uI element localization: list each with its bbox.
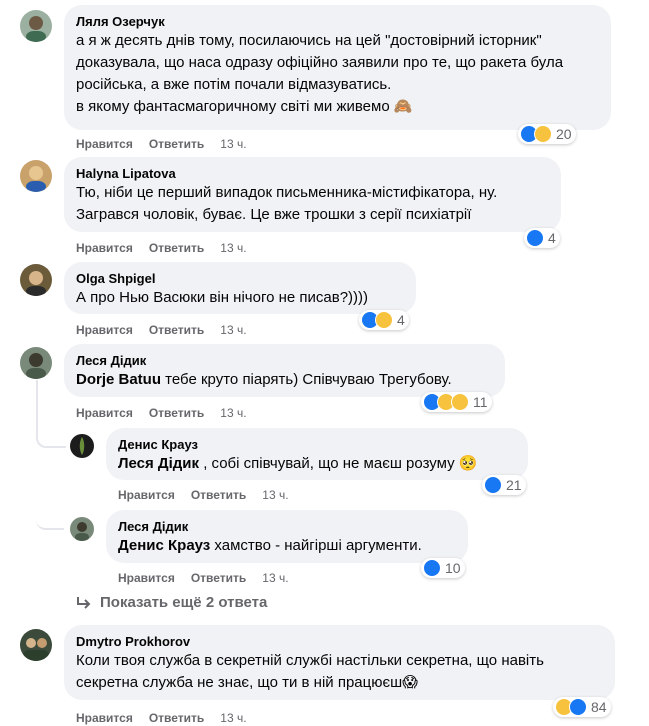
avatar-photo-icon xyxy=(75,522,89,541)
mention-link[interactable]: Денис Крауз xyxy=(118,537,210,554)
avatar-photo-icon xyxy=(79,437,85,455)
comment-time[interactable]: 13 ч. xyxy=(262,570,288,586)
comment-time[interactable]: 13 ч. xyxy=(220,240,246,256)
comment-author[interactable]: Halyna Lipatova xyxy=(76,165,549,182)
avatar[interactable] xyxy=(20,347,52,379)
comment-time[interactable]: 13 ч. xyxy=(220,710,246,726)
reaction-summary[interactable]: 10 xyxy=(421,558,465,578)
comment-text: Dorje Batuu тебе круто піарять) Співчува… xyxy=(76,369,493,391)
comment-bubble: Леся Дідик Денис Крауз хамство - найгірш… xyxy=(106,510,468,563)
comment-time[interactable]: 13 ч. xyxy=(262,487,288,503)
reaction-count: 84 xyxy=(591,699,607,715)
haha-reaction-icon xyxy=(375,311,393,329)
comment-author[interactable]: Леся Дідик xyxy=(118,518,456,535)
reaction-summary[interactable]: 20 xyxy=(518,124,576,144)
reaction-count: 4 xyxy=(548,230,556,246)
comment-bubble: Halyna Lipatova Тю, ніби це перший випад… xyxy=(64,157,561,232)
like-button[interactable]: Нравится xyxy=(76,405,133,421)
comment-bubble: Ляля Озерчук а я ж десять днів тому, пос… xyxy=(64,5,611,130)
avatar[interactable] xyxy=(70,434,94,458)
reaction-summary[interactable]: 21 xyxy=(482,475,526,495)
comment-text-body: тебе круто піарять) Співчуваю Трегубову. xyxy=(161,371,452,388)
reply-button[interactable]: Ответить xyxy=(149,240,204,256)
comment-actions: Нравится Ответить 13 ч. xyxy=(118,570,289,586)
comment-text: а я ж десять днів тому, посилаючись на ц… xyxy=(76,32,564,115)
like-button[interactable]: Нравится xyxy=(118,570,175,586)
reaction-summary[interactable]: 4 xyxy=(524,228,560,248)
like-button[interactable]: Нравится xyxy=(76,240,133,256)
comment-author[interactable]: Dmytro Prokhorov xyxy=(76,633,603,650)
like-reaction-icon xyxy=(484,476,502,494)
comment-bubble: Денис Крауз Леся Дідик , собі співчувай,… xyxy=(106,428,528,480)
comment-text: А про Нью Васюки він нічого не писав?)))… xyxy=(76,289,369,306)
avatar-photo-icon xyxy=(26,271,46,296)
like-reaction-icon xyxy=(569,698,587,716)
comment-time[interactable]: 13 ч. xyxy=(220,405,246,421)
comment-author[interactable]: Ляля Озерчук xyxy=(76,13,599,30)
thread-connector xyxy=(36,446,64,530)
show-more-replies-button[interactable]: Показать ещё 2 ответа xyxy=(76,594,267,611)
reply-arrow-icon xyxy=(77,596,91,609)
comment-text: Денис Крауз хамство - найгірші аргументи… xyxy=(118,535,456,557)
mention-link[interactable]: Леся Дідик xyxy=(118,455,199,472)
wow-reaction-icon xyxy=(451,393,469,411)
sad-reaction-icon xyxy=(534,125,552,143)
comment-bubble: Dmytro Prokhorov Коли твоя служба в секр… xyxy=(64,625,615,700)
avatar[interactable] xyxy=(70,517,94,541)
reply-button[interactable]: Ответить xyxy=(149,322,204,338)
comment-actions: Нравится Ответить 13 ч. xyxy=(76,136,247,152)
like-button[interactable]: Нравится xyxy=(76,710,133,726)
avatar-photo-icon xyxy=(26,166,46,192)
avatar-photo-icon xyxy=(26,16,46,42)
avatar[interactable] xyxy=(20,10,52,42)
avatar[interactable] xyxy=(20,264,52,296)
comment-text: Коли твоя служба в секретній службі наст… xyxy=(76,652,549,691)
comment-bubble: Леся Дідик Dorje Batuu тебе круто піарят… xyxy=(64,344,505,397)
reaction-summary[interactable]: 11 xyxy=(421,392,492,412)
comment-actions: Нравится Ответить 13 ч. xyxy=(76,405,247,421)
comment-author[interactable]: Денис Крауз xyxy=(118,436,516,453)
reaction-count: 4 xyxy=(397,312,405,328)
reply-button[interactable]: Ответить xyxy=(191,487,246,503)
reply-button[interactable]: Ответить xyxy=(149,710,204,726)
like-button[interactable]: Нравится xyxy=(118,487,175,503)
reaction-summary[interactable]: 4 xyxy=(359,310,409,330)
avatar-photo-icon xyxy=(23,638,49,661)
avatar-photo-icon xyxy=(26,353,46,379)
comment-actions: Нравится Ответить 13 ч. xyxy=(76,322,247,338)
avatar[interactable] xyxy=(20,160,52,192)
comment-author[interactable]: Леся Дідик xyxy=(76,352,493,369)
comment-actions: Нравится Ответить 13 ч. xyxy=(76,240,247,256)
reaction-count: 10 xyxy=(445,560,461,576)
comment-text: Тю, ніби це перший випадок письменника-м… xyxy=(76,184,498,223)
comment-text-body: , собі співчувай, що не маєш розуму 🥺 xyxy=(199,455,478,472)
reply-button[interactable]: Ответить xyxy=(149,136,204,152)
comment-actions: Нравится Ответить 13 ч. xyxy=(118,487,289,503)
reply-button[interactable]: Ответить xyxy=(149,405,204,421)
reaction-count: 20 xyxy=(556,126,572,142)
like-reaction-icon xyxy=(526,229,544,247)
reaction-count: 11 xyxy=(473,394,488,410)
avatar[interactable] xyxy=(20,629,52,661)
like-button[interactable]: Нравится xyxy=(76,322,133,338)
comment-bubble: Olga Shpigel А про Нью Васюки він нічого… xyxy=(64,262,416,314)
mention-link[interactable]: Dorje Batuu xyxy=(76,371,161,388)
comment-time[interactable]: 13 ч. xyxy=(220,136,246,152)
show-more-label: Показать ещё 2 ответа xyxy=(100,594,268,611)
comment-time[interactable]: 13 ч. xyxy=(220,322,246,338)
reaction-count: 21 xyxy=(506,477,522,493)
like-button[interactable]: Нравится xyxy=(76,136,133,152)
like-reaction-icon xyxy=(423,559,441,577)
thread-connector xyxy=(36,380,66,448)
reaction-summary[interactable]: 84 xyxy=(553,697,611,717)
comment-author[interactable]: Olga Shpigel xyxy=(76,270,404,287)
comment-actions: Нравится Ответить 13 ч. xyxy=(76,710,247,726)
comment-text: Леся Дідик , собі співчувай, що не маєш … xyxy=(118,453,516,475)
comment-text-body: хамство - найгірші аргументи. xyxy=(210,537,422,554)
reply-button[interactable]: Ответить xyxy=(191,570,246,586)
